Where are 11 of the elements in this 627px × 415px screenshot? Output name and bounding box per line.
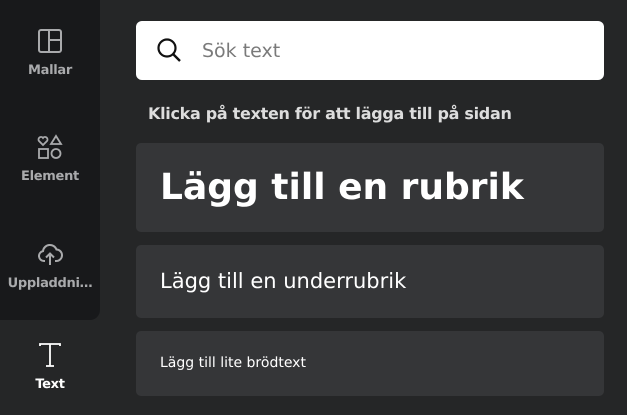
layout-icon xyxy=(36,26,64,55)
hint-text: Klicka på texten för att lägga till på sidan xyxy=(148,103,513,125)
subheading-button[interactable]: Lägg till en underrubrik xyxy=(136,245,604,318)
shapes-icon xyxy=(36,133,64,162)
heading-button[interactable]: Lägg till en rubrik xyxy=(136,143,604,232)
sidebar-item[interactable]: Uppladdni… xyxy=(0,214,100,320)
search-field[interactable]: Sök text xyxy=(136,21,604,80)
body-text-button[interactable]: Lägg till lite brödtext xyxy=(136,331,604,396)
sidebar-item[interactable]: Element xyxy=(0,106,100,214)
text-icon xyxy=(36,340,64,369)
sidebar-item[interactable]: Mallar xyxy=(0,0,100,107)
